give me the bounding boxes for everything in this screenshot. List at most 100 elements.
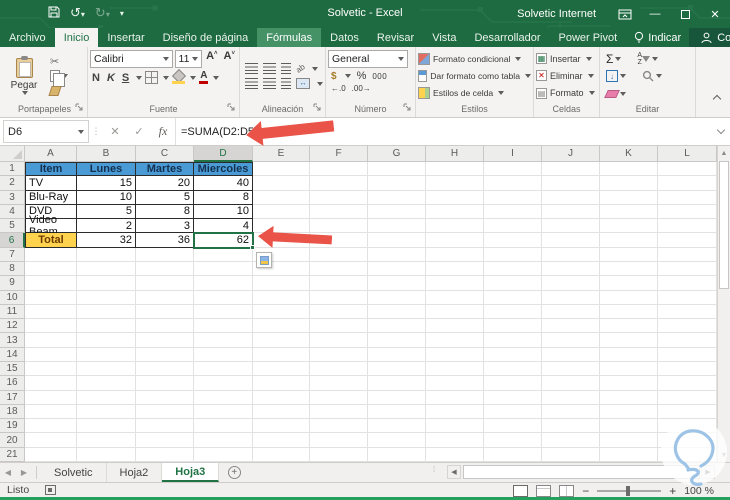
zoom-in-icon[interactable]: + [669,484,676,498]
tab-f-rmulas[interactable]: Fórmulas [257,28,322,47]
tab-dise-o-de-p-gina[interactable]: Diseño de página [154,28,258,47]
find-select-button[interactable] [640,69,664,83]
page-break-view-icon[interactable] [559,484,575,497]
row-header-4[interactable]: 4 [0,204,25,220]
name-box-dropdown-icon[interactable] [78,129,84,134]
copy-button[interactable] [48,70,70,87]
minimize-button[interactable]: — [640,0,670,28]
font-color-icon[interactable]: A [199,71,209,84]
row-header-21[interactable]: 21 [0,447,25,462]
cell-C3[interactable]: 5 [136,190,194,205]
font-dialog-launcher-icon[interactable] [227,102,235,115]
scroll-down-icon[interactable]: ▼ [718,448,730,462]
row-header-15[interactable]: 15 [0,362,25,377]
cell-B2[interactable]: 15 [77,176,136,191]
cell-styles-button[interactable]: Estilos de celda [418,87,531,100]
row-header-18[interactable]: 18 [0,404,25,420]
clear-button[interactable] [604,87,628,101]
next-sheet-icon[interactable]: ▶ [16,463,32,482]
vertical-scroll-thumb[interactable] [719,161,729,289]
cell-B6[interactable]: 32 [77,233,136,248]
row-header-16[interactable]: 16 [0,376,25,391]
cell-B5[interactable]: 2 [77,219,136,234]
select-all-corner[interactable] [0,146,25,162]
column-header-j[interactable]: J [542,146,600,162]
format-as-table-button[interactable]: Dar formato como tabla [418,69,531,82]
borders-icon[interactable] [145,71,159,84]
table-header-lunes[interactable]: Lunes [77,162,136,177]
sheet-tab-hoja3[interactable]: Hoja3 [162,463,220,482]
column-header-l[interactable]: L [658,146,717,162]
cell-C6[interactable]: 36 [136,233,194,248]
row-header-5[interactable]: 5 [0,219,25,234]
comma-style-icon[interactable]: 000 [372,72,387,81]
align-right-icon[interactable] [281,78,291,89]
decrease-decimal-icon[interactable]: .00→ [352,84,371,93]
row-header-3[interactable]: 3 [0,190,25,205]
format-cells-button[interactable]: ▤ Formato [536,87,597,99]
row-header-11[interactable]: 11 [0,304,25,320]
row-header-7[interactable]: 7 [0,247,25,262]
table-header-item[interactable]: Item [25,162,77,177]
row-header-8[interactable]: 8 [0,262,25,277]
scroll-left-icon[interactable]: ◀ [447,465,461,479]
autofill-options-button[interactable] [256,252,272,268]
row-header-13[interactable]: 13 [0,333,25,348]
orientation-icon[interactable]: ab [294,62,306,74]
underline-button[interactable]: S [120,72,131,84]
row-header-12[interactable]: 12 [0,319,25,334]
format-painter-button[interactable] [48,85,70,98]
row-header-19[interactable]: 19 [0,419,25,434]
table-header-martes[interactable]: Martes [136,162,194,177]
cell-A2[interactable]: TV [25,176,77,191]
align-middle-icon[interactable] [263,63,276,74]
column-header-d[interactable]: D [194,146,253,162]
paste-button[interactable]: Pegar [4,49,44,103]
table-header-miercoles[interactable]: Miercoles [194,162,253,177]
delete-cells-button[interactable]: ✕ Eliminar [536,70,597,82]
autosum-button[interactable]: Σ [604,52,623,66]
row-header-10[interactable]: 10 [0,290,25,305]
row-header-14[interactable]: 14 [0,347,25,362]
share-button[interactable]: Compartir [689,28,730,47]
sort-filter-button[interactable]: AZ [635,52,660,66]
row-header-6[interactable]: 6 [0,233,25,248]
column-header-e[interactable]: E [253,146,310,162]
row-header-2[interactable]: 2 [0,176,25,191]
column-header-a[interactable]: A [25,146,77,162]
vertical-scrollbar[interactable]: ▲ ▼ [717,146,730,462]
collapse-ribbon-icon[interactable] [712,95,722,101]
tab-archivo[interactable]: Archivo [0,28,55,47]
cancel-entry-icon[interactable]: ✕ [103,118,127,145]
expand-formula-bar-icon[interactable] [712,118,730,145]
cell-D3[interactable]: 8 [194,190,253,205]
insert-function-icon[interactable]: fx [151,118,175,145]
scroll-right-icon[interactable]: ▶ [701,465,715,479]
tab-datos[interactable]: Datos [321,28,368,47]
column-header-b[interactable]: B [77,146,136,162]
account-name[interactable]: Solvetic Internet [517,8,596,20]
page-layout-view-icon[interactable] [536,484,552,497]
underline-dropdown-icon[interactable] [136,75,143,80]
zoom-slider[interactable] [597,485,662,496]
alignment-dialog-launcher-icon[interactable] [313,102,321,115]
cell-D4[interactable]: 10 [194,204,253,220]
percent-style-icon[interactable]: % [357,70,367,82]
cell-C5[interactable]: 3 [136,219,194,234]
increase-font-icon[interactable]: A˄ [204,50,219,68]
cell-A5[interactable]: Video Beam [25,214,77,238]
accounting-format-icon[interactable]: $ [331,71,337,82]
cell-B3[interactable]: 10 [77,190,136,205]
horizontal-scroll-thumb[interactable] [463,465,700,479]
column-header-f[interactable]: F [310,146,368,162]
cell-C2[interactable]: 20 [136,176,194,191]
total-label-cell[interactable]: Total [25,233,77,248]
formula-bar-splitter[interactable]: ⋮ [89,118,103,145]
align-center-icon[interactable] [263,78,276,89]
align-left-icon[interactable] [245,78,258,89]
fill-handle[interactable] [250,245,255,250]
tab-revisar[interactable]: Revisar [368,28,423,47]
tab-desarrollador[interactable]: Desarrollador [465,28,549,47]
row-header-20[interactable]: 20 [0,433,25,448]
decrease-font-icon[interactable]: A˅ [222,50,237,68]
